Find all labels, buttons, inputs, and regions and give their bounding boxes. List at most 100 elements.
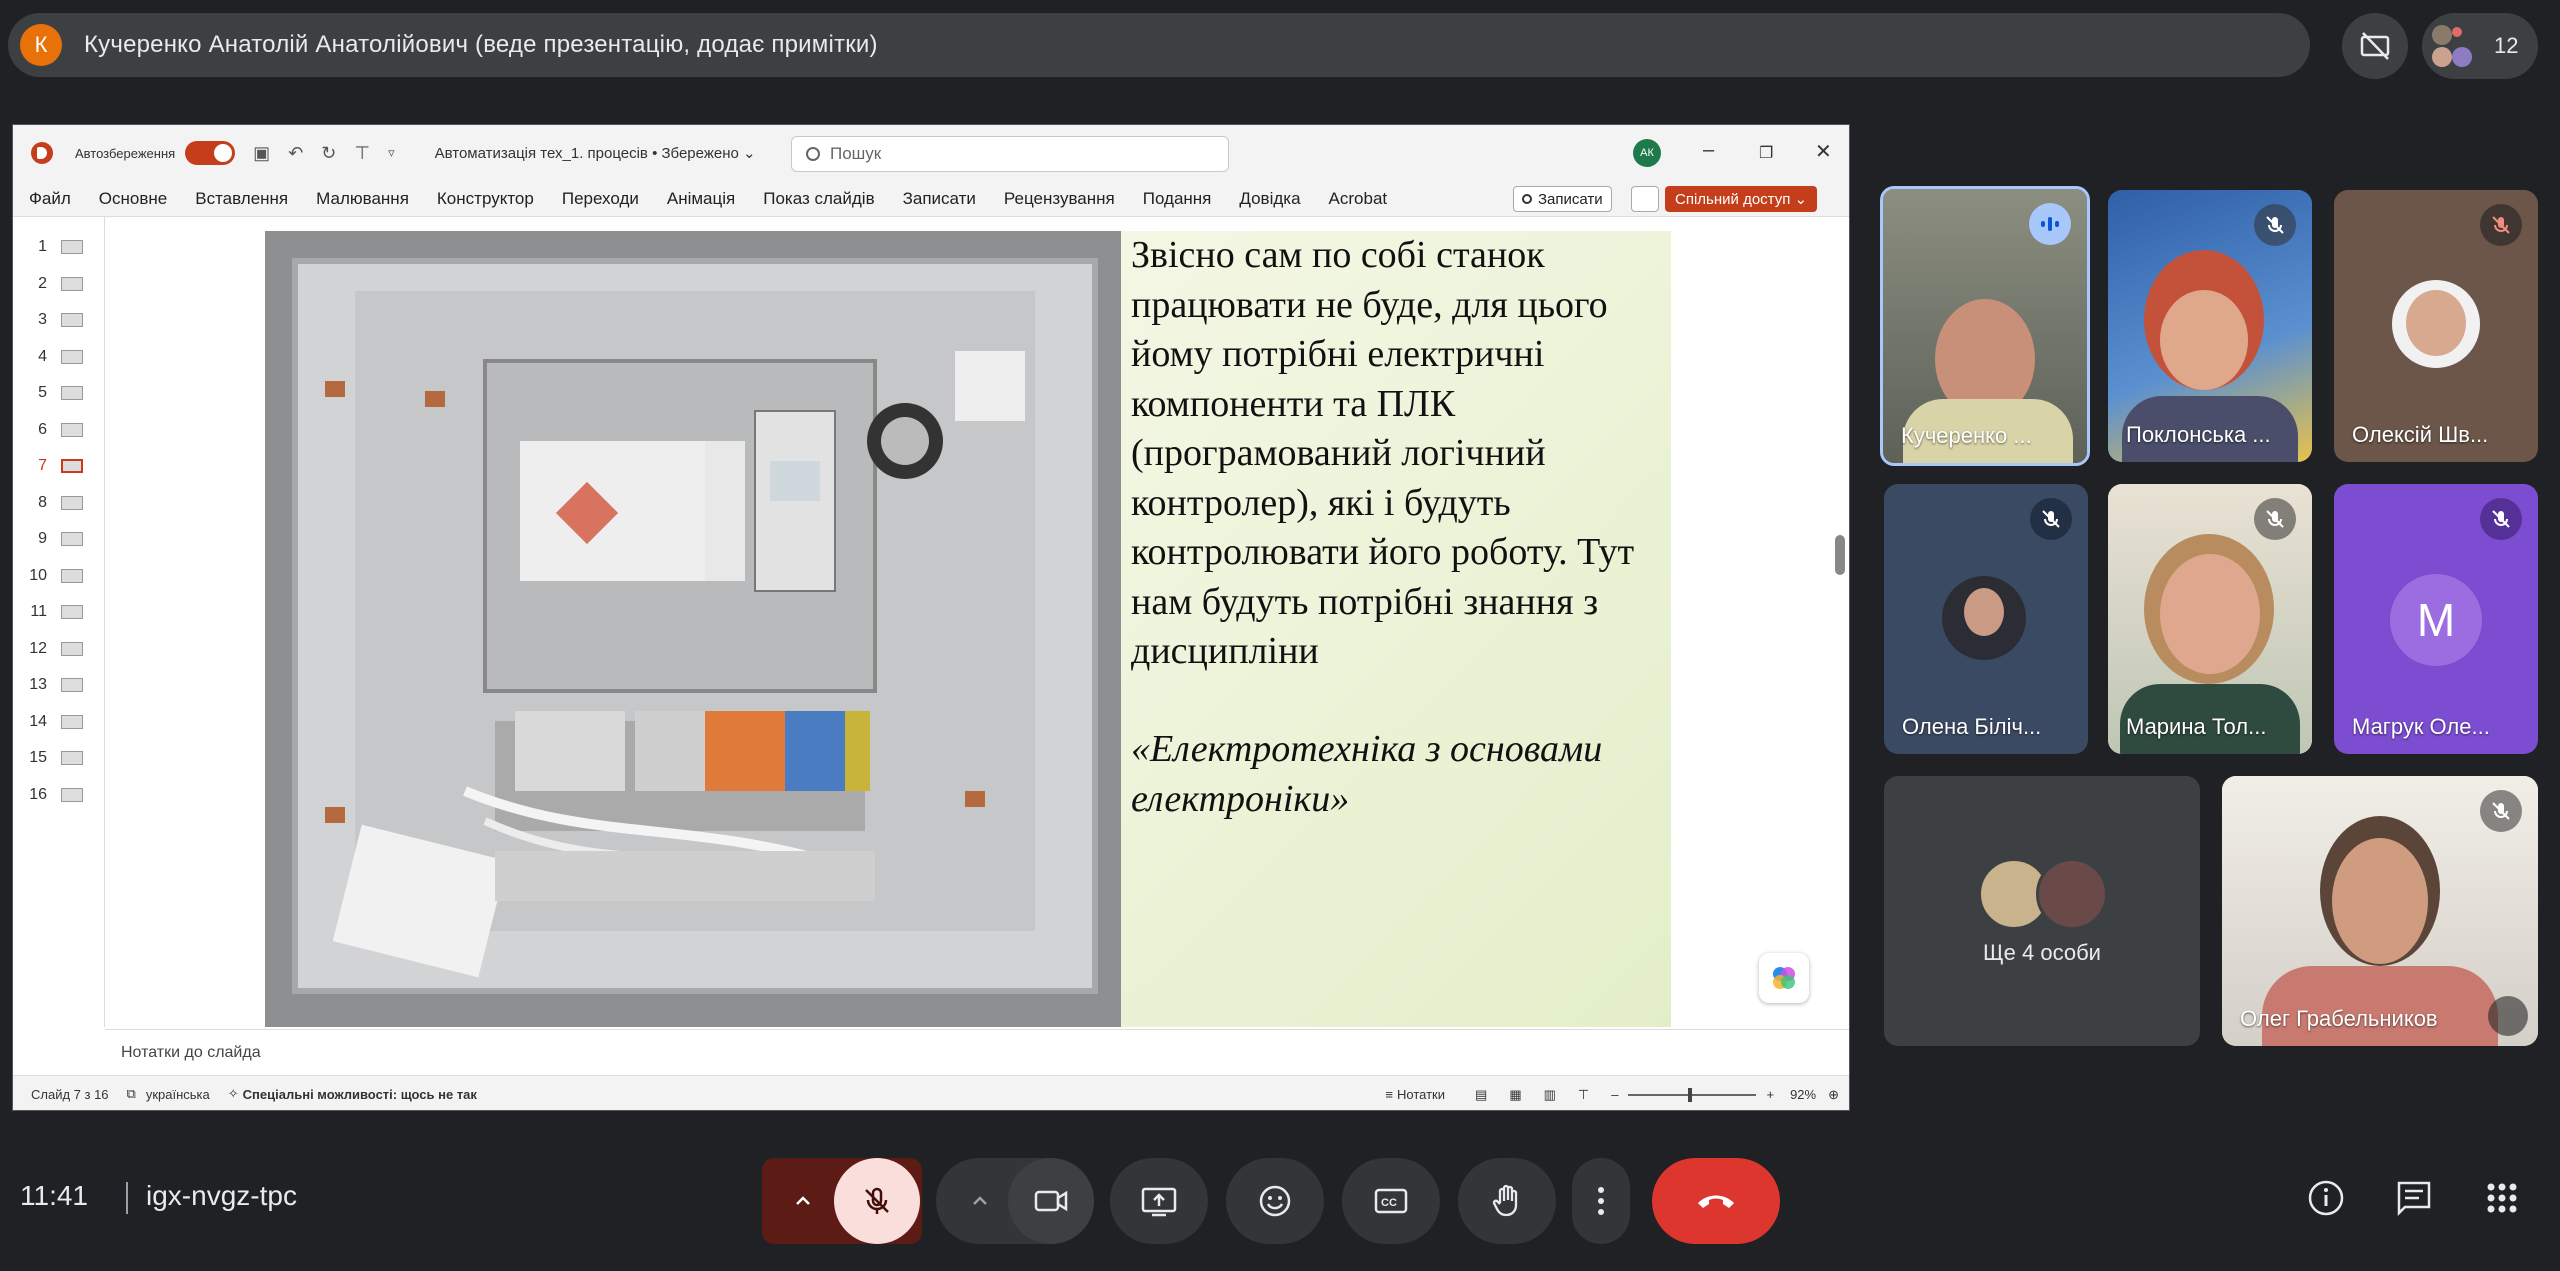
slide-thumbnail-number: 2 xyxy=(38,274,47,292)
accessibility-label[interactable]: Спеціальні можливості: щось не так xyxy=(243,1087,477,1102)
raise-hand-button[interactable] xyxy=(1458,1158,1556,1244)
slide-thumbnail-preview xyxy=(61,422,83,437)
share-button[interactable]: Спільний доступ ⌄ xyxy=(1665,186,1818,212)
comments-button[interactable] xyxy=(1631,186,1659,212)
presentation-view-button[interactable] xyxy=(2342,13,2408,79)
slide-thumbnail-number: 9 xyxy=(38,530,47,547)
mic-off-icon xyxy=(2480,498,2522,540)
accessibility-icon[interactable]: ✧ xyxy=(228,1086,239,1102)
slide-thumbnail[interactable]: 15 xyxy=(13,746,105,770)
menu-file[interactable]: Файл xyxy=(29,189,71,209)
menu-help[interactable]: Довідка xyxy=(1239,189,1300,209)
document-title[interactable]: Автоматизація тех_1. процесів • Збережен… xyxy=(435,144,756,162)
participants-button[interactable]: 12 xyxy=(2422,13,2538,79)
slide-thumbnail[interactable]: 6 xyxy=(13,418,105,442)
participant-name: Олена Біліч... xyxy=(1902,714,2042,739)
slide-thumbnail[interactable]: 13 xyxy=(13,673,105,697)
microphone-button[interactable] xyxy=(834,1158,920,1244)
participant-tile-3[interactable]: Олексій Шв... xyxy=(2334,190,2538,462)
menu-insert[interactable]: Вставлення xyxy=(195,189,288,209)
slide-sorter-icon[interactable]: ▦ xyxy=(1509,1087,1521,1103)
participant-tile-6[interactable]: M Магрук Оле... xyxy=(2334,484,2538,754)
normal-view-icon[interactable]: ▤ xyxy=(1475,1087,1487,1103)
save-icon[interactable]: ▣ xyxy=(253,143,270,164)
zoom-out-icon[interactable]: – xyxy=(1611,1087,1618,1102)
menu-transitions[interactable]: Переходи xyxy=(562,189,639,209)
camera-button[interactable] xyxy=(1008,1158,1094,1244)
captions-button[interactable]: CC xyxy=(1342,1158,1440,1244)
slide-thumbnail[interactable]: 1 xyxy=(13,235,105,259)
slide-thumbnail[interactable]: 9 xyxy=(13,527,105,551)
notes-icon[interactable]: ≡ xyxy=(1385,1087,1393,1102)
more-options-button[interactable] xyxy=(1572,1158,1630,1244)
meeting-info-button[interactable] xyxy=(2306,1178,2346,1223)
spellcheck-icon[interactable]: ⧉ xyxy=(127,1086,136,1102)
zoom-in-icon[interactable]: + xyxy=(1766,1087,1774,1102)
menu-review[interactable]: Рецензування xyxy=(1004,189,1115,209)
record-button[interactable]: Записати xyxy=(1513,186,1612,212)
captions-icon: CC xyxy=(1374,1188,1408,1214)
menu-acrobat[interactable]: Acrobat xyxy=(1329,189,1388,209)
menu-slideshow[interactable]: Показ слайдів xyxy=(763,189,874,209)
menu-draw[interactable]: Малювання xyxy=(316,189,409,209)
slide-thumbnail[interactable]: 5 xyxy=(13,381,105,405)
slide-thumbnail[interactable]: 4 xyxy=(13,345,105,369)
participant-tile-more[interactable]: Ще 4 особи xyxy=(1884,776,2200,1046)
slide-thumbnail[interactable]: 8 xyxy=(13,491,105,515)
slide-thumbnail-number: 7 xyxy=(38,457,47,474)
language-label[interactable]: українська xyxy=(146,1087,210,1102)
chat-button[interactable] xyxy=(2394,1178,2434,1223)
customize-toolbar-icon[interactable]: ▿ xyxy=(388,145,395,161)
undo-icon[interactable]: ↶ xyxy=(288,143,303,164)
minimize-icon[interactable]: – xyxy=(1703,139,1714,162)
menu-home[interactable]: Основне xyxy=(99,189,167,209)
slide-thumbnail[interactable]: 12 xyxy=(13,637,105,661)
slide-thumbnail[interactable]: 14 xyxy=(13,710,105,734)
account-avatar[interactable]: АК xyxy=(1633,139,1661,167)
present-screen-button[interactable] xyxy=(1110,1158,1208,1244)
ppt-search-box[interactable]: Пошук xyxy=(791,136,1229,172)
pip-icon[interactable] xyxy=(2488,996,2528,1036)
present-icon[interactable]: ⊤ xyxy=(354,143,370,164)
menu-record[interactable]: Записати xyxy=(903,189,976,209)
mic-off-icon xyxy=(865,1187,889,1214)
slide-thumbnail[interactable]: 11 xyxy=(13,600,105,624)
slide-thumbnail-number: 8 xyxy=(38,493,47,511)
scrollbar-thumb[interactable] xyxy=(1835,535,1845,575)
participant-tile-8[interactable]: Олег Грабельников xyxy=(2222,776,2538,1046)
slide-thumbnail[interactable]: 3 xyxy=(13,308,105,332)
slide-thumbnail-preview xyxy=(61,714,83,729)
reading-view-icon[interactable]: ▥ xyxy=(1544,1087,1556,1103)
redo-icon[interactable]: ↻ xyxy=(321,143,336,164)
slideshow-icon[interactable]: ⊤ xyxy=(1578,1087,1589,1103)
menu-design[interactable]: Конструктор xyxy=(437,189,534,209)
reactions-button[interactable] xyxy=(1226,1158,1324,1244)
slide-thumbnail[interactable]: 10 xyxy=(13,564,105,588)
restore-icon[interactable]: ❐ xyxy=(1759,143,1773,163)
autosave-toggle[interactable] xyxy=(185,141,236,165)
zoom-level[interactable]: 92% xyxy=(1790,1087,1816,1102)
notes-pane[interactable]: Нотатки до слайда xyxy=(105,1029,1849,1075)
slide-thumbnail[interactable]: 16 xyxy=(13,783,105,807)
close-icon[interactable]: ✕ xyxy=(1815,139,1832,164)
participant-tile-5[interactable]: Марина Тол... xyxy=(2108,484,2312,754)
slide-scrollbar[interactable] xyxy=(1835,227,1847,1027)
participant-tile-1[interactable]: Кучеренко ... xyxy=(1880,186,2090,466)
present-icon xyxy=(1141,1187,1177,1217)
slide-thumbnail[interactable]: 2 xyxy=(13,272,105,296)
fit-slide-icon[interactable]: ⊕ xyxy=(1828,1087,1839,1103)
activities-button[interactable] xyxy=(2482,1178,2522,1223)
menu-view[interactable]: Подання xyxy=(1143,189,1212,209)
slide-quote-text: «Електротехніка з основами електроніки» xyxy=(1131,728,1603,820)
leave-call-button[interactable] xyxy=(1652,1158,1780,1244)
slide-thumbnail[interactable]: 7 xyxy=(13,454,105,478)
hang-up-icon xyxy=(1698,1195,1734,1208)
zoom-slider[interactable] xyxy=(1628,1087,1757,1102)
notes-button[interactable]: Нотатки xyxy=(1397,1087,1445,1102)
participant-name: Магрук Оле... xyxy=(2352,714,2490,739)
participant-tile-2[interactable]: Поклонська ... xyxy=(2108,190,2312,462)
copilot-button[interactable] xyxy=(1759,953,1809,1003)
slide-thumbnail-number: 16 xyxy=(29,785,47,803)
participant-tile-4[interactable]: Олена Біліч... xyxy=(1884,484,2088,754)
menu-animations[interactable]: Анімація xyxy=(667,189,735,209)
